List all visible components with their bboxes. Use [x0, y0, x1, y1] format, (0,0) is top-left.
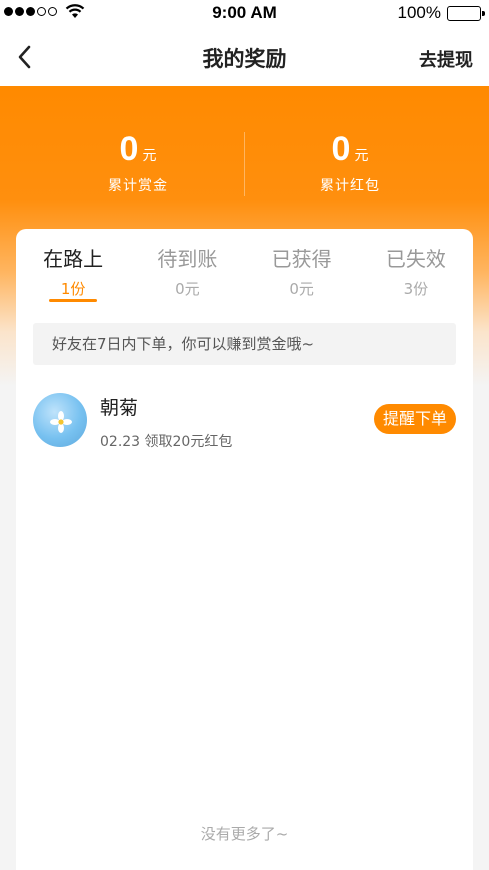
red-packet-label: 累计红包 [320, 178, 380, 194]
status-tabs: 在路上 1份 待到账 0元 已获得 0元 已失效 3份 [16, 239, 473, 309]
nav-bar: 我的奖励 去提现 [0, 28, 489, 86]
friend-name: 朝菊 [100, 397, 139, 419]
red-packet-stat: 0元 累计红包 [250, 130, 450, 195]
rewards-card: 在路上 1份 待到账 0元 已获得 0元 已失效 3份 好友在7日内下单，你可以… [16, 229, 473, 870]
red-packet-unit: 元 [354, 148, 369, 164]
bounty-value: 0 [119, 130, 139, 168]
stat-divider [244, 132, 245, 196]
tab-count: 0元 [289, 280, 314, 298]
tab-on-the-way[interactable]: 在路上 1份 [16, 239, 130, 309]
page-title: 我的奖励 [202, 47, 287, 71]
battery-indicator: 100% [397, 3, 485, 23]
tab-label: 已失效 [385, 247, 446, 271]
battery-icon [447, 5, 485, 21]
info-notice: 好友在7日内下单，你可以赚到赏金哦~ [33, 323, 456, 365]
flower-icon [50, 411, 72, 433]
list-item: 朝菊 02.23 领取20元红包 提醒下单 [16, 389, 473, 453]
tab-pending[interactable]: 待到账 0元 [130, 239, 244, 309]
tab-expired[interactable]: 已失效 3份 [359, 239, 473, 309]
tab-label: 待到账 [157, 247, 218, 271]
active-tab-indicator [49, 299, 97, 302]
tab-label: 已获得 [271, 247, 332, 271]
tab-label: 在路上 [43, 247, 104, 271]
tab-obtained[interactable]: 已获得 0元 [245, 239, 359, 309]
tab-count: 3份 [403, 280, 429, 298]
bounty-unit: 元 [142, 148, 157, 164]
avatar[interactable] [33, 393, 87, 447]
status-bar: 9:00 AM 100% [0, 0, 489, 28]
withdraw-button[interactable]: 去提现 [419, 46, 473, 72]
bounty-label: 累计赏金 [108, 178, 168, 194]
red-packet-value: 0 [331, 130, 351, 168]
tab-count: 0元 [175, 280, 200, 298]
no-more-text: 没有更多了~ [200, 825, 289, 843]
battery-percent: 100% [397, 3, 441, 22]
bounty-stat: 0元 累计赏金 [38, 130, 238, 195]
remind-order-button[interactable]: 提醒下单 [373, 404, 456, 434]
tab-count: 1份 [60, 280, 86, 298]
reward-detail: 02.23 领取20元红包 [100, 434, 233, 450]
